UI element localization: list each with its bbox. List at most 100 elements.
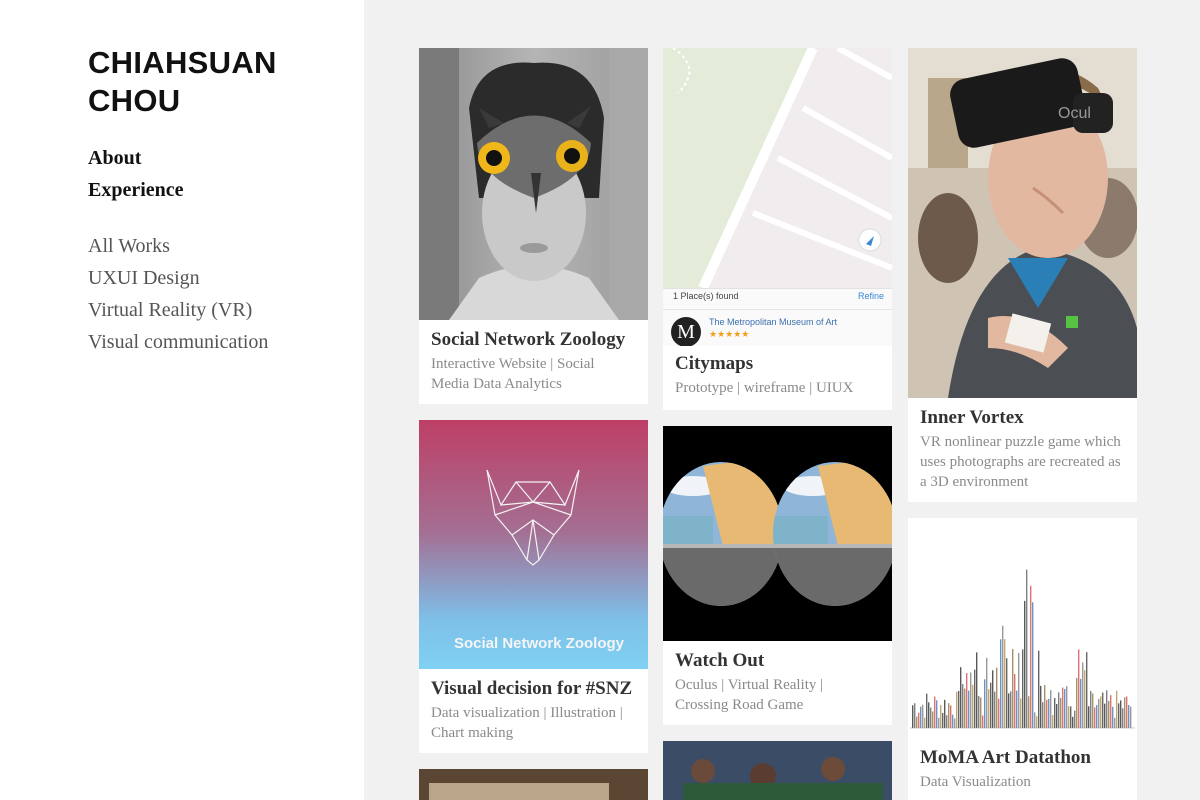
- viz-bar: [1116, 690, 1118, 728]
- poster-text: Social Network Zoology: [454, 635, 625, 652]
- project-thumbnail: [429, 783, 609, 800]
- project-title: Watch Out: [675, 650, 765, 671]
- viz-bar: [1106, 690, 1108, 728]
- viz-bar: [1018, 652, 1020, 728]
- nav-about[interactable]: About: [88, 142, 184, 174]
- viz-bar: [970, 672, 972, 728]
- viz-bar: [984, 679, 986, 728]
- owl-face-image: [419, 48, 648, 320]
- viz-bar: [942, 712, 944, 728]
- viz-bar: [1080, 678, 1082, 728]
- viz-bar: [952, 714, 954, 728]
- project-description: VR nonlinear puzzle game which uses phot…: [920, 434, 1121, 490]
- viz-bar: [994, 691, 996, 728]
- project-description: Oculus | Virtual Reality | Crossing Road…: [675, 677, 824, 713]
- vr-stereo-street-image: [663, 426, 892, 641]
- viz-bar: [1066, 686, 1068, 728]
- viz-bar: [954, 718, 956, 728]
- viz-bar: [1058, 692, 1060, 728]
- viz-bar: [1048, 698, 1050, 728]
- viz-bar: [1022, 649, 1024, 728]
- viz-bar: [964, 688, 966, 728]
- nav-experience[interactable]: Experience: [88, 174, 184, 206]
- viz-bar: [956, 691, 958, 728]
- project-thumbnail: [663, 426, 892, 641]
- viz-bar: [1060, 697, 1062, 728]
- viz-bar: [934, 696, 936, 728]
- viz-bar: [950, 705, 952, 728]
- project-thumbnail: Ocul: [908, 48, 1137, 398]
- viz-bar: [1128, 704, 1130, 728]
- site-title-line1: CHIAHSUAN: [88, 45, 277, 80]
- viz-bar: [1054, 697, 1056, 728]
- viz-bar: [1042, 702, 1044, 728]
- viz-bar: [978, 696, 980, 728]
- viz-bar: [1038, 650, 1040, 728]
- viz-bar: [996, 667, 998, 728]
- map-image: [663, 48, 892, 288]
- viz-bar: [922, 704, 924, 728]
- viz-bar: [932, 711, 934, 728]
- viz-bar: [1062, 687, 1064, 728]
- project-card-partial[interactable]: [663, 741, 892, 800]
- viz-bar: [916, 716, 918, 728]
- project-card-moma-art-datathon[interactable]: MoMA Art Datathon Data Visualization: [908, 518, 1137, 800]
- project-card-citymaps[interactable]: 1 Place(s) found Refine M The Metropolit…: [663, 48, 892, 410]
- viz-bar: [1036, 716, 1038, 728]
- project-description: Data Visualization: [920, 774, 1031, 790]
- viz-bar: [1006, 658, 1008, 728]
- viz-bar: [1028, 696, 1030, 728]
- viz-bar: [1104, 703, 1106, 728]
- project-card-inner-vortex[interactable]: Ocul Inner Vortex VR nonlinear puzzle ga…: [908, 48, 1137, 502]
- category-virtual-reality[interactable]: Virtual Reality (VR): [88, 294, 268, 326]
- refine-link: Refine: [857, 291, 884, 301]
- viz-bar: [1002, 625, 1004, 728]
- project-card-partial[interactable]: [419, 769, 648, 800]
- viz-bar: [1014, 673, 1016, 728]
- headset-brand: Ocul: [1058, 105, 1091, 122]
- viz-bar: [1108, 700, 1110, 728]
- viz-bar: [1090, 690, 1092, 728]
- viz-bar: [998, 698, 1000, 728]
- category-all-works[interactable]: All Works: [88, 230, 268, 262]
- viz-bar: [1084, 670, 1086, 728]
- project-card-visual-decision-snz[interactable]: Social Network Zoology Visual decision f…: [419, 420, 648, 753]
- viz-bar: [966, 673, 968, 728]
- viz-bar: [944, 699, 946, 728]
- project-description: Interactive Website | Social Media Data …: [431, 356, 595, 392]
- data-visualization-image: [910, 569, 1135, 729]
- category-nav: All Works UXUI Design Virtual Reality (V…: [88, 230, 268, 358]
- viz-bar: [1004, 639, 1006, 728]
- viz-bar: [1076, 677, 1078, 728]
- viz-bar: [1126, 696, 1128, 728]
- viz-bar: [1114, 717, 1116, 728]
- viz-bar: [1024, 600, 1026, 728]
- viz-bar: [1064, 689, 1066, 728]
- viz-bar: [914, 703, 916, 728]
- viz-bar: [1098, 698, 1100, 728]
- vr-headset-photo: Ocul: [908, 48, 1137, 398]
- viz-bar: [912, 705, 914, 728]
- project-card-social-network-zoology[interactable]: Social Network Zoology Interactive Websi…: [419, 48, 648, 404]
- category-uxui-design[interactable]: UXUI Design: [88, 262, 268, 294]
- viz-bar: [1020, 698, 1022, 728]
- viz-bar: [1086, 652, 1088, 728]
- project-card-watch-out[interactable]: Watch Out Oculus | Virtual Reality | Cro…: [663, 426, 892, 725]
- viz-bar: [974, 669, 976, 728]
- project-thumbnail: [663, 741, 892, 800]
- wolf-poster-image: Social Network Zoology: [454, 469, 625, 652]
- viz-bar: [1068, 706, 1070, 728]
- category-visual-communication[interactable]: Visual communication: [88, 326, 268, 358]
- viz-bar: [960, 667, 962, 728]
- project-thumbnail: Social Network Zoology: [419, 420, 648, 669]
- viz-bar: [920, 706, 922, 728]
- project-thumbnail: [908, 518, 1137, 736]
- viz-bar: [1094, 707, 1096, 728]
- viz-bar: [1124, 697, 1126, 728]
- viz-bar: [1078, 649, 1080, 728]
- viz-bar: [958, 690, 960, 728]
- viz-bar: [1000, 639, 1002, 728]
- viz-bar: [962, 684, 964, 728]
- viz-bar: [968, 690, 970, 728]
- site-title[interactable]: CHIAHSUAN CHOU: [88, 44, 328, 120]
